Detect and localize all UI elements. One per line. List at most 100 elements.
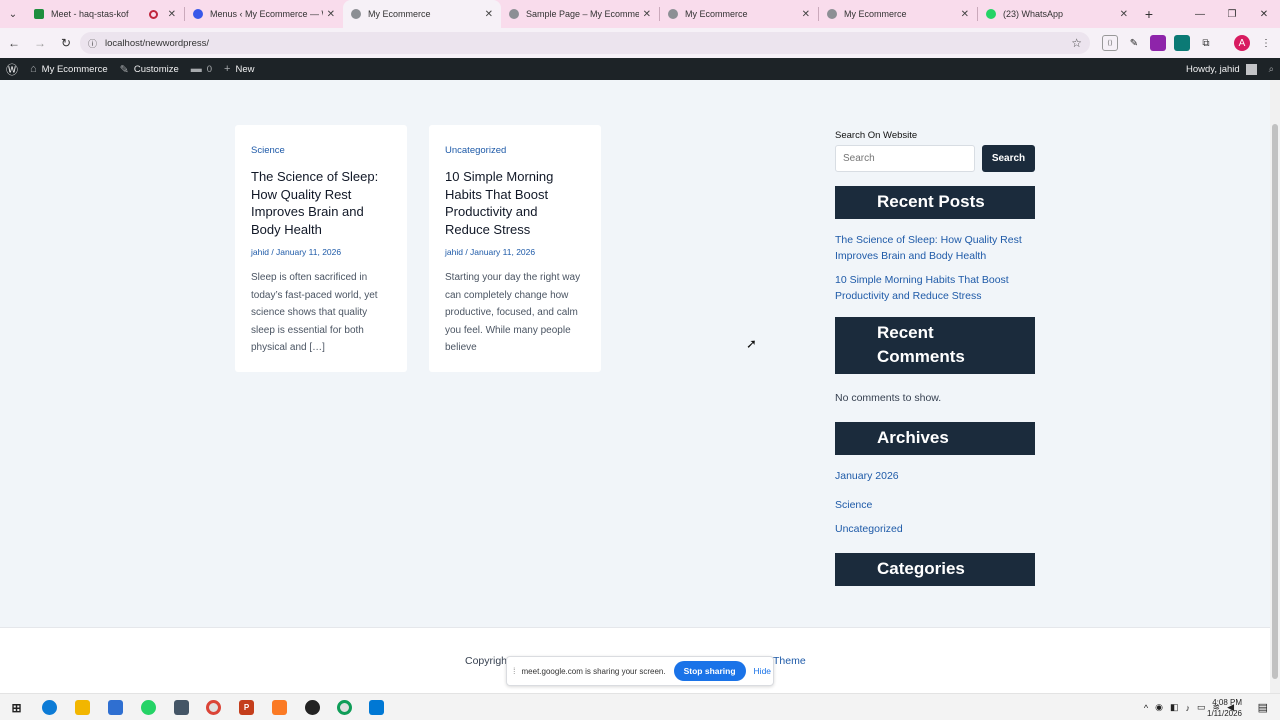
back-icon[interactable]: ← [2, 31, 26, 55]
xampp-icon[interactable] [272, 700, 287, 715]
file-explorer-icon[interactable] [75, 700, 90, 715]
search-button[interactable]: Search [982, 145, 1035, 172]
site-name-link[interactable]: ⌂ My Ecommerce [24, 58, 114, 80]
recent-post-link[interactable]: The Science of Sleep: How Quality Rest I… [835, 232, 1035, 264]
howdy-text: Howdy, jahid [1185, 63, 1240, 75]
avatar [1245, 63, 1257, 75]
new-content-link[interactable]: + New [218, 58, 260, 80]
whatsapp-favicon-icon [986, 9, 996, 19]
tab-label: Meet - haq-stas-kof [51, 9, 129, 19]
close-tab-icon[interactable]: ✕ [643, 9, 651, 20]
no-comments-text: No comments to show. [835, 392, 942, 404]
close-window-icon[interactable]: ✕ [1248, 0, 1280, 28]
vscode-icon[interactable] [369, 700, 384, 715]
address-bar[interactable]: ⓘ localhost/newwordpress/ ☆ [80, 32, 1090, 54]
site-info-icon[interactable]: ⓘ [88, 37, 97, 50]
whatsapp-icon[interactable] [141, 700, 156, 715]
archive-link[interactable]: January 2026 [835, 468, 1035, 484]
post-category-link[interactable]: Science [251, 145, 391, 156]
extension-icon[interactable]: ⟨⟩ [1102, 35, 1118, 51]
categories-heading: Categories [835, 553, 1035, 586]
store-icon[interactable] [108, 700, 123, 715]
tab-menus[interactable]: Menus ‹ My Ecommerce — W ✕ [185, 0, 343, 28]
theme-link[interactable]: Theme [773, 655, 806, 667]
minimize-icon[interactable]: — [1184, 0, 1216, 28]
post-meta[interactable]: jahid / January 11, 2026 [251, 247, 391, 257]
close-tab-icon[interactable]: ✕ [485, 9, 493, 20]
clock-time: 4:08 PM [1212, 698, 1242, 707]
search-input[interactable] [835, 145, 975, 172]
extension-teal-icon[interactable] [1174, 35, 1190, 51]
tray-camera-icon[interactable]: ◧ [1170, 702, 1179, 713]
chrome-icon[interactable] [337, 700, 352, 715]
tab-my-ecommerce-2[interactable]: My Ecommerce ✕ [660, 0, 818, 28]
browser-menu-icon[interactable]: ⋮ [1258, 35, 1274, 51]
close-tab-icon[interactable]: ✕ [327, 9, 335, 20]
wordpress-logo-icon[interactable]: Ⓦ [0, 58, 24, 80]
network-icon[interactable]: ▭ [1197, 702, 1206, 713]
windows-start-icon[interactable]: ⊞ [9, 700, 24, 715]
post-excerpt: Starting your day the right way can comp… [445, 272, 581, 353]
post-title-link[interactable]: 10 Simple Morning Habits That Boost Prod… [445, 168, 585, 238]
bookmark-star-icon[interactable]: ☆ [1071, 36, 1082, 50]
recent-post-link[interactable]: 10 Simple Morning Habits That Boost Prod… [835, 272, 1035, 304]
profile-avatar[interactable]: A [1234, 35, 1250, 51]
tray-record-icon[interactable]: ◉ [1155, 702, 1163, 713]
tab-meet[interactable]: Meet - haq-stas-kof ✕ [26, 0, 184, 28]
tab-label: My Ecommerce [368, 9, 431, 19]
stop-sharing-button[interactable]: Stop sharing [673, 661, 746, 681]
comments-link[interactable]: ▬ 0 [185, 58, 218, 80]
post-card: Science The Science of Sleep: How Qualit… [235, 125, 407, 372]
pen-extension-icon[interactable]: ✎ [1126, 35, 1142, 51]
category-link[interactable]: Uncategorized [835, 521, 1035, 537]
tab-my-ecommerce-3[interactable]: My Ecommerce ✕ [819, 0, 977, 28]
taskbar-clock[interactable]: 4:08 PM 1/11/2026 [1207, 697, 1242, 719]
close-tab-icon[interactable]: ✕ [1120, 9, 1128, 20]
browser-tab-strip: ⌄ Meet - haq-stas-kof ✕ Menus ‹ My Ecomm… [0, 0, 1280, 28]
restore-icon[interactable]: ❐ [1216, 0, 1248, 28]
calculator-icon[interactable] [174, 700, 189, 715]
sidebar: Search On Website Search Recent Posts Th… [835, 130, 1035, 586]
page-content: Science The Science of Sleep: How Qualit… [0, 80, 1270, 627]
admin-search-icon[interactable]: ⌕ [1263, 58, 1280, 80]
forward-icon[interactable]: → [28, 31, 52, 55]
wordpress-favicon-icon [193, 9, 203, 19]
chrome-active-icon[interactable] [206, 700, 221, 715]
close-tab-icon[interactable]: ✕ [168, 9, 176, 20]
comment-icon: ▬ [190, 63, 202, 75]
tab-sample-page[interactable]: Sample Page – My Ecommerce ✕ [501, 0, 659, 28]
drag-handle-icon[interactable]: ⁞ [513, 666, 516, 676]
browser-toolbar: ← → ↻ ⓘ localhost/newwordpress/ ☆ ⟨⟩ ✎ ⧉… [0, 28, 1280, 58]
tab-my-ecommerce-active[interactable]: My Ecommerce ✕ [343, 0, 501, 28]
globe-favicon-icon [827, 9, 837, 19]
obs-icon[interactable] [305, 700, 320, 715]
search-label: Search On Website [835, 130, 918, 141]
reload-icon[interactable]: ↻ [54, 31, 78, 55]
extensions-puzzle-icon[interactable]: ⧉ [1198, 35, 1214, 51]
wp-admin-bar: Ⓦ ⌂ My Ecommerce ✎ Customize ▬ 0 + New H… [0, 58, 1280, 80]
comments-count: 0 [206, 63, 213, 75]
notification-icon[interactable]: ▤ [1258, 701, 1268, 714]
page-scrollbar[interactable] [1270, 80, 1280, 693]
tray-chevron-icon[interactable]: ^ [1144, 703, 1148, 713]
extension-purple-icon[interactable] [1150, 35, 1166, 51]
close-tab-icon[interactable]: ✕ [961, 9, 969, 20]
tab-search-icon[interactable]: ⌄ [0, 0, 26, 28]
post-meta[interactable]: jahid / January 11, 2026 [445, 247, 585, 257]
customize-link[interactable]: ✎ Customize [114, 58, 185, 80]
scrollbar-thumb[interactable] [1272, 124, 1278, 679]
hide-button[interactable]: Hide [754, 666, 771, 676]
tab-whatsapp[interactable]: (23) WhatsApp ✕ [978, 0, 1136, 28]
new-tab-button[interactable]: + [1136, 0, 1162, 28]
category-link[interactable]: Science [835, 497, 1035, 513]
recent-posts-heading: Recent Posts [835, 186, 1035, 219]
edge-icon[interactable] [42, 700, 57, 715]
powerpoint-icon[interactable]: P [239, 700, 254, 715]
post-category-link[interactable]: Uncategorized [445, 145, 585, 156]
post-title-link[interactable]: The Science of Sleep: How Quality Rest I… [251, 168, 391, 238]
close-tab-icon[interactable]: ✕ [802, 9, 810, 20]
tray-mic-icon[interactable]: ♪ [1186, 703, 1191, 713]
my-account-link[interactable]: Howdy, jahid [1180, 58, 1263, 80]
globe-favicon-icon [351, 9, 361, 19]
copyright-text: Copyrigh [465, 655, 508, 667]
